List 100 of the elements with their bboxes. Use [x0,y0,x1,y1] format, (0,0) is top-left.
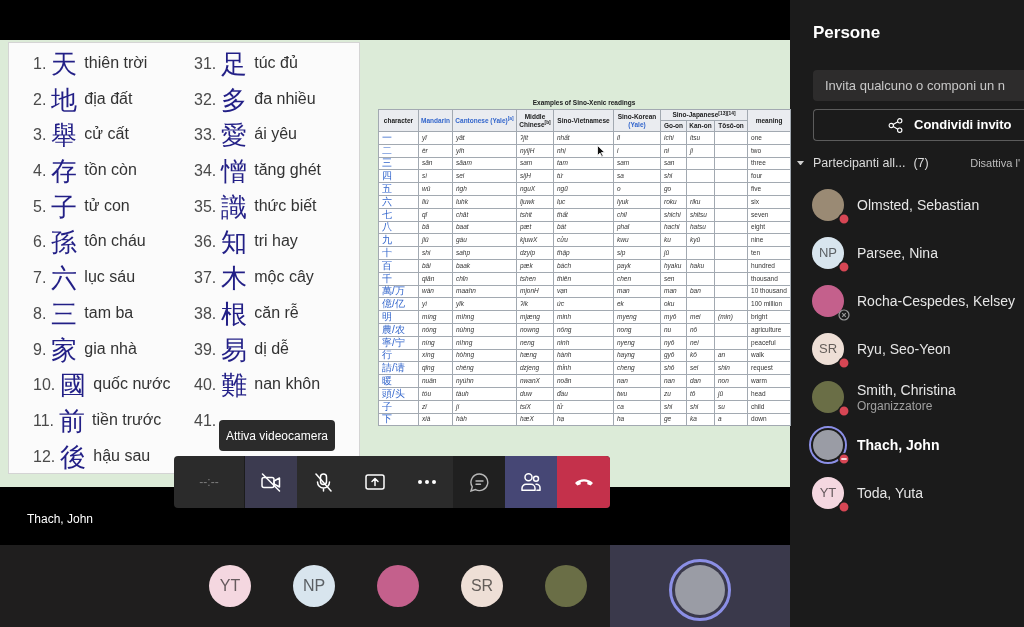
item-number: 34. [194,161,217,182]
table-cell: 下 [378,413,419,426]
speech-bubble-icon [469,472,489,492]
vietnamese-reading: mộc cây [254,267,314,288]
invite-field[interactable]: Invita qualcuno o componi un n [813,70,1024,101]
table-cell: 四 [378,169,419,183]
item-number: 36. [194,232,217,253]
initials-avatar: SR [812,333,844,365]
tooltip: Attiva videocamera [219,420,336,451]
participant-name: Thach, John [857,436,940,454]
share-invite-button[interactable]: Condividi invito [813,109,1024,141]
vietnamese-reading: căn rễ [254,302,299,323]
chinese-character: 知 [221,228,248,257]
vietnamese-reading: hậu sau [93,445,151,466]
item-number: 38. [194,303,217,324]
vietnamese-reading: tiền trước [92,409,162,430]
caret-down-icon[interactable] [797,160,804,166]
vietnamese-reading: tử con [84,195,130,216]
vietnamese-reading: cử cất [84,124,129,145]
vietnamese-reading: gia nhà [84,338,137,359]
vietnamese-reading: tri hay [254,231,298,252]
participants-button[interactable] [505,456,557,508]
mouse-cursor-icon [597,145,605,157]
table-cell: 二 [378,144,419,158]
chinese-character: 國 [60,371,87,400]
participant-name: Toda, Yuta [857,484,923,502]
vietnamese-reading: dị dễ [254,338,289,359]
presenter-name: Thach, John [27,512,94,526]
table-cell: 百 [378,259,419,273]
participant-count: (7) [913,154,929,172]
table-cell: 寧/宁 [378,336,419,350]
chinese-character: 舉 [51,121,78,150]
vietnamese-reading: thiên trời [84,53,148,73]
participant-name: Parsee, Nina [857,244,938,262]
item-number: 41. [194,410,217,431]
participant-name: Ryu, Seo-Yeon [857,340,951,358]
chinese-character: 六 [51,264,78,293]
table-cell: 十 [378,246,419,260]
initials-avatar: SR [461,565,503,607]
item-number: 6. [33,232,47,253]
table-cell: 行 [378,349,419,362]
initials-avatar: NP [812,237,844,269]
chinese-character: 易 [221,335,248,364]
item-number: 35. [194,196,217,217]
initials-avatar: YT [812,477,844,509]
table-cell: 五 [378,182,419,196]
chinese-character: 難 [221,371,248,400]
chinese-character: 足 [221,50,248,78]
table-cell: 六 [378,195,419,209]
chinese-character: 家 [51,335,78,364]
chinese-character: 天 [51,50,78,78]
participant-role: Organizzatore [857,398,934,414]
vietnamese-reading: thức biết [254,195,317,216]
chinese-character: 愛 [221,121,248,150]
table-cell: 頭/头 [378,387,419,401]
initials-avatar: NP [293,565,335,607]
chinese-character: 識 [221,192,248,221]
table-cell: 三 [378,157,419,170]
participant-name: Olmsted, Sebastian [857,196,980,214]
item-number: 3. [33,125,47,146]
participant-name: Smith, Christina [857,380,956,399]
chinese-character: 憎 [221,157,248,186]
video-camera-off-icon [261,472,281,492]
chinese-character: 三 [51,299,78,328]
chat-button[interactable] [453,456,505,508]
table-cell: 七 [378,208,419,222]
item-number: 37. [194,268,217,289]
vietnamese-reading: quốc nước [93,374,171,395]
table-cell: 子 [378,400,419,414]
vietnamese-reading: tam ba [84,302,134,323]
item-number: 5. [33,196,47,217]
table-cell: 一 [378,131,419,145]
chinese-character: 子 [51,192,78,221]
table-cell: 農/农 [378,323,419,337]
vietnamese-reading: nan khôn [254,374,321,395]
chinese-character: 後 [60,442,87,471]
microphone-off-icon [314,472,332,492]
item-number: 33. [194,125,217,146]
initials-avatar: YT [209,565,251,607]
connected-nodes-icon [888,117,903,133]
phone-handset-icon [574,478,593,486]
item-number: 11. [33,410,55,431]
chinese-character: 孫 [51,228,78,257]
table-cell: 請/请 [378,361,419,375]
item-number: 40. [194,375,217,396]
vietnamese-reading: tăng ghét [254,160,321,181]
action-link[interactable]: Disattiva l' [970,154,1020,172]
vietnamese-reading: đa nhiều [254,88,316,109]
item-number: 2. [33,89,47,110]
item-number: 12. [33,446,56,467]
camera-button[interactable] [245,456,297,508]
vietnamese-reading: tồn còn [84,160,137,181]
vietnamese-reading: địa đất [84,88,133,109]
chinese-character: 根 [221,299,248,328]
item-number: 8. [33,303,47,324]
section-header[interactable]: Partecipanti all... [813,153,906,173]
chinese-character: 木 [221,264,248,293]
item-number: 1. [33,54,47,74]
table-cell: 暖 [378,374,419,388]
arrow-up-box-icon [365,474,385,490]
